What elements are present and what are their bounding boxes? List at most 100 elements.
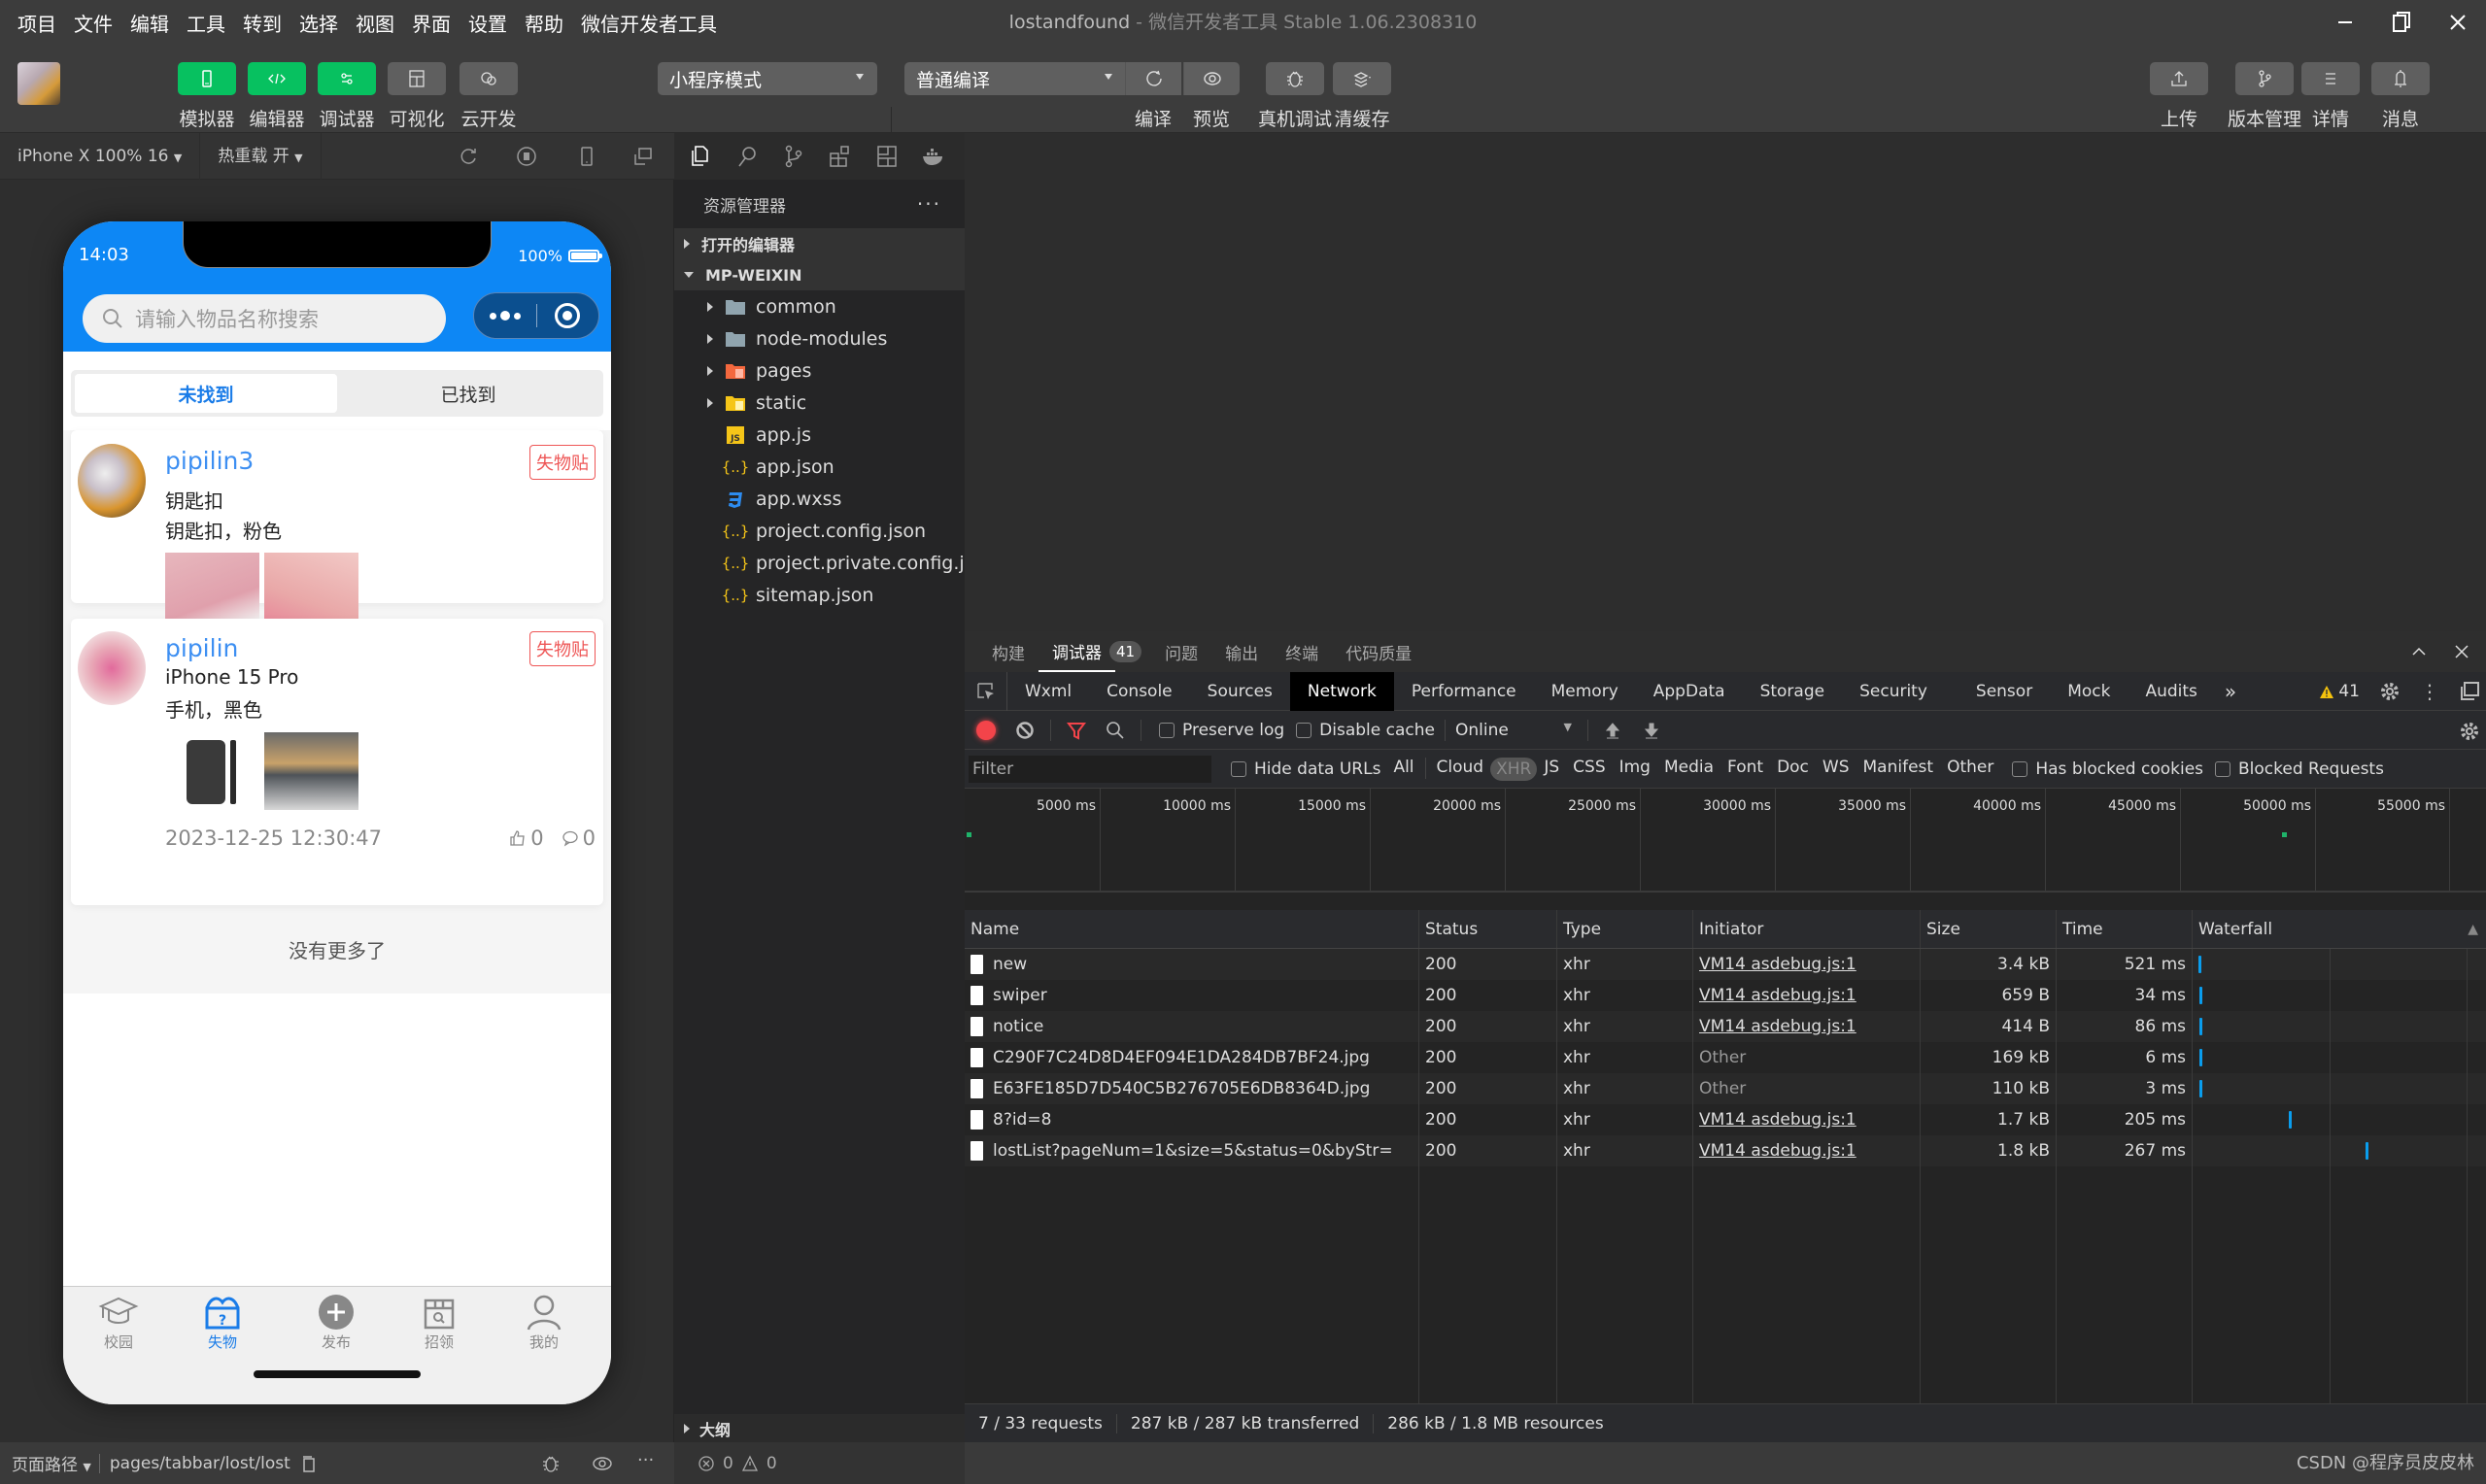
folder-item[interactable]: static bbox=[674, 387, 965, 419]
simulator-button[interactable]: 模拟器 bbox=[178, 62, 236, 131]
type-filter-all[interactable]: All bbox=[1386, 758, 1420, 781]
tab-lost[interactable]: ? 失物 bbox=[179, 1293, 266, 1352]
extensions-icon[interactable] bbox=[828, 144, 853, 169]
initiator-link[interactable]: VM14 asdebug.js:1 bbox=[1699, 1141, 1856, 1161]
devtools-tab-security[interactable]: Security bbox=[1842, 672, 1945, 711]
menu-file[interactable]: 文件 bbox=[65, 9, 121, 37]
storage-icon[interactable] bbox=[874, 144, 900, 169]
more-button[interactable] bbox=[474, 311, 536, 320]
messages-button[interactable]: 消息 bbox=[2371, 62, 2430, 131]
devtools-tab-audits[interactable]: Audits bbox=[2128, 672, 2214, 711]
network-overview-timeline[interactable]: 5000 ms 10000 ms 15000 ms 20000 ms 25000 ms 3… bbox=[965, 789, 2486, 893]
table-row[interactable]: E63FE185D7D540C5B276705E6DB8364D.jpg 200 x… bbox=[965, 1073, 2486, 1104]
post-card[interactable]: pipilin 失物贴 iPhone 15 Pro 手机，黑色 2023-12-… bbox=[71, 619, 603, 905]
type-filter-other[interactable]: Other bbox=[1940, 758, 2000, 781]
real-device-debug-button[interactable]: 真机调试 bbox=[1258, 62, 1332, 131]
source-control-icon[interactable] bbox=[781, 144, 806, 169]
tab-publish[interactable]: 发布 bbox=[292, 1293, 380, 1352]
file-item[interactable]: {..} sitemap.json bbox=[674, 579, 965, 611]
type-filter-css[interactable]: CSS bbox=[1566, 758, 1612, 781]
open-editors-section[interactable]: 打开的编辑器 bbox=[674, 228, 965, 259]
tab-campus[interactable]: 校园 bbox=[75, 1293, 162, 1352]
post-username[interactable]: pipilin bbox=[165, 634, 238, 662]
file-item[interactable]: {..} app.json bbox=[674, 451, 965, 483]
type-filter-js[interactable]: JS bbox=[1537, 758, 1566, 781]
type-filter-ws[interactable]: WS bbox=[1816, 758, 1856, 781]
chevron-up-icon[interactable] bbox=[2410, 643, 2428, 660]
close-icon[interactable] bbox=[2453, 643, 2470, 660]
type-filter-media[interactable]: Media bbox=[1657, 758, 1720, 781]
tab-debugger[interactable]: 调试器 bbox=[1039, 631, 1115, 672]
hot-reload-select[interactable]: 热重载 开 ▼ bbox=[200, 132, 322, 180]
blocked-cookies-checkbox[interactable] bbox=[2012, 760, 2028, 777]
editor-button[interactable]: 编辑器 bbox=[248, 62, 306, 131]
search-icon[interactable] bbox=[734, 144, 760, 169]
column-header-type[interactable]: Type bbox=[1557, 910, 1693, 948]
initiator-link[interactable]: VM14 asdebug.js:1 bbox=[1699, 955, 1856, 974]
copy-icon[interactable] bbox=[300, 1454, 318, 1473]
column-header-time[interactable]: Time bbox=[2057, 910, 2193, 948]
type-filter-font[interactable]: Font bbox=[1720, 758, 1770, 781]
upload-button[interactable]: 上传 bbox=[2150, 62, 2208, 131]
like-button[interactable]: 0 bbox=[509, 826, 544, 850]
table-row[interactable]: swiper 200 xhr VM14 asdebug.js:1 659 B 34 ms bbox=[965, 980, 2486, 1011]
throttle-select[interactable]: Online ▼ bbox=[1455, 721, 1572, 740]
cloud-dev-button[interactable]: 云开发 bbox=[460, 62, 518, 131]
details-button[interactable]: 详情 bbox=[2301, 62, 2360, 131]
comment-button[interactable]: 0 bbox=[562, 826, 596, 850]
inspect-element-button[interactable] bbox=[965, 671, 1007, 711]
hide-data-urls-checkbox[interactable] bbox=[1231, 760, 1246, 777]
tab-mine[interactable]: 我的 bbox=[500, 1293, 588, 1352]
docker-icon[interactable] bbox=[921, 144, 946, 169]
segment-found[interactable]: 已找到 bbox=[337, 374, 599, 413]
menu-edit[interactable]: 编辑 bbox=[121, 9, 178, 37]
devtools-tab-storage[interactable]: Storage bbox=[1743, 672, 1843, 711]
close-miniprogram-button[interactable] bbox=[537, 303, 599, 328]
table-row[interactable]: notice 200 xhr VM14 asdebug.js:1 414 B 86 ms bbox=[965, 1011, 2486, 1042]
stop-icon[interactable] bbox=[515, 145, 538, 168]
devtools-tab-network[interactable]: Network bbox=[1289, 671, 1394, 711]
folder-item[interactable]: common bbox=[674, 290, 965, 322]
network-settings-icon[interactable] bbox=[2459, 721, 2480, 742]
compile-button[interactable]: 编译 bbox=[1125, 62, 1181, 131]
export-har-icon[interactable] bbox=[1643, 721, 1660, 740]
menu-wechat-devtools[interactable]: 微信开发者工具 bbox=[572, 9, 726, 37]
bug-icon[interactable] bbox=[540, 1453, 562, 1474]
kebab-menu-icon[interactable]: ⋮ bbox=[2420, 680, 2439, 703]
folder-item[interactable]: pages bbox=[674, 354, 965, 387]
initiator-link[interactable]: VM14 asdebug.js:1 bbox=[1699, 1017, 1856, 1036]
reload-icon[interactable] bbox=[457, 145, 480, 168]
table-row[interactable]: new 200 xhr VM14 asdebug.js:1 3.4 kB 521 ms bbox=[965, 949, 2486, 980]
clear-cache-button[interactable]: 清缓存 bbox=[1333, 62, 1391, 131]
devtools-tab-performance[interactable]: Performance bbox=[1394, 672, 1534, 711]
type-filter-doc[interactable]: Doc bbox=[1770, 758, 1816, 781]
tab-terminal[interactable]: 终端 bbox=[1272, 631, 1332, 672]
folder-item[interactable]: node-modules bbox=[674, 322, 965, 354]
table-row[interactable]: lostList?pageNum=1&size=5&status=0&byStr… bbox=[965, 1135, 2486, 1166]
devtools-tab-appdata[interactable]: AppData bbox=[1636, 672, 1743, 711]
filter-icon[interactable] bbox=[1067, 721, 1086, 740]
search-input[interactable]: 请输入物品名称搜索 bbox=[83, 294, 446, 343]
search-icon[interactable] bbox=[1106, 721, 1125, 740]
project-root-section[interactable]: MP-WEIXIN bbox=[674, 259, 965, 290]
initiator-link[interactable]: VM14 asdebug.js:1 bbox=[1699, 1110, 1856, 1130]
restore-button[interactable] bbox=[2373, 0, 2430, 45]
post-username[interactable]: pipilin3 bbox=[165, 447, 254, 475]
file-item[interactable]: JS app.js bbox=[674, 419, 965, 451]
import-har-icon[interactable] bbox=[1604, 721, 1621, 740]
devtools-tab-mock[interactable]: Mock bbox=[2050, 672, 2128, 711]
phone-icon[interactable] bbox=[575, 145, 598, 168]
devtools-tab-wxml[interactable]: Wxml bbox=[1007, 672, 1089, 711]
clear-icon[interactable] bbox=[1015, 721, 1035, 740]
menu-help[interactable]: 帮助 bbox=[516, 9, 572, 37]
menu-project[interactable]: 项目 bbox=[0, 9, 65, 37]
table-row[interactable]: C290F7C24D8D4EF094E1DA284DB7BF24.jpg 200 x… bbox=[965, 1042, 2486, 1073]
dock-side-icon[interactable] bbox=[2459, 681, 2480, 702]
record-button[interactable] bbox=[976, 720, 996, 740]
type-filter-xhr[interactable]: XHR bbox=[1490, 757, 1538, 781]
tab-build[interactable]: 构建 bbox=[978, 631, 1039, 672]
close-button[interactable] bbox=[2430, 0, 2486, 45]
devtools-tab-console[interactable]: Console bbox=[1089, 672, 1190, 711]
menu-view[interactable]: 视图 bbox=[347, 9, 403, 37]
devtools-tab-sources[interactable]: Sources bbox=[1190, 672, 1290, 711]
